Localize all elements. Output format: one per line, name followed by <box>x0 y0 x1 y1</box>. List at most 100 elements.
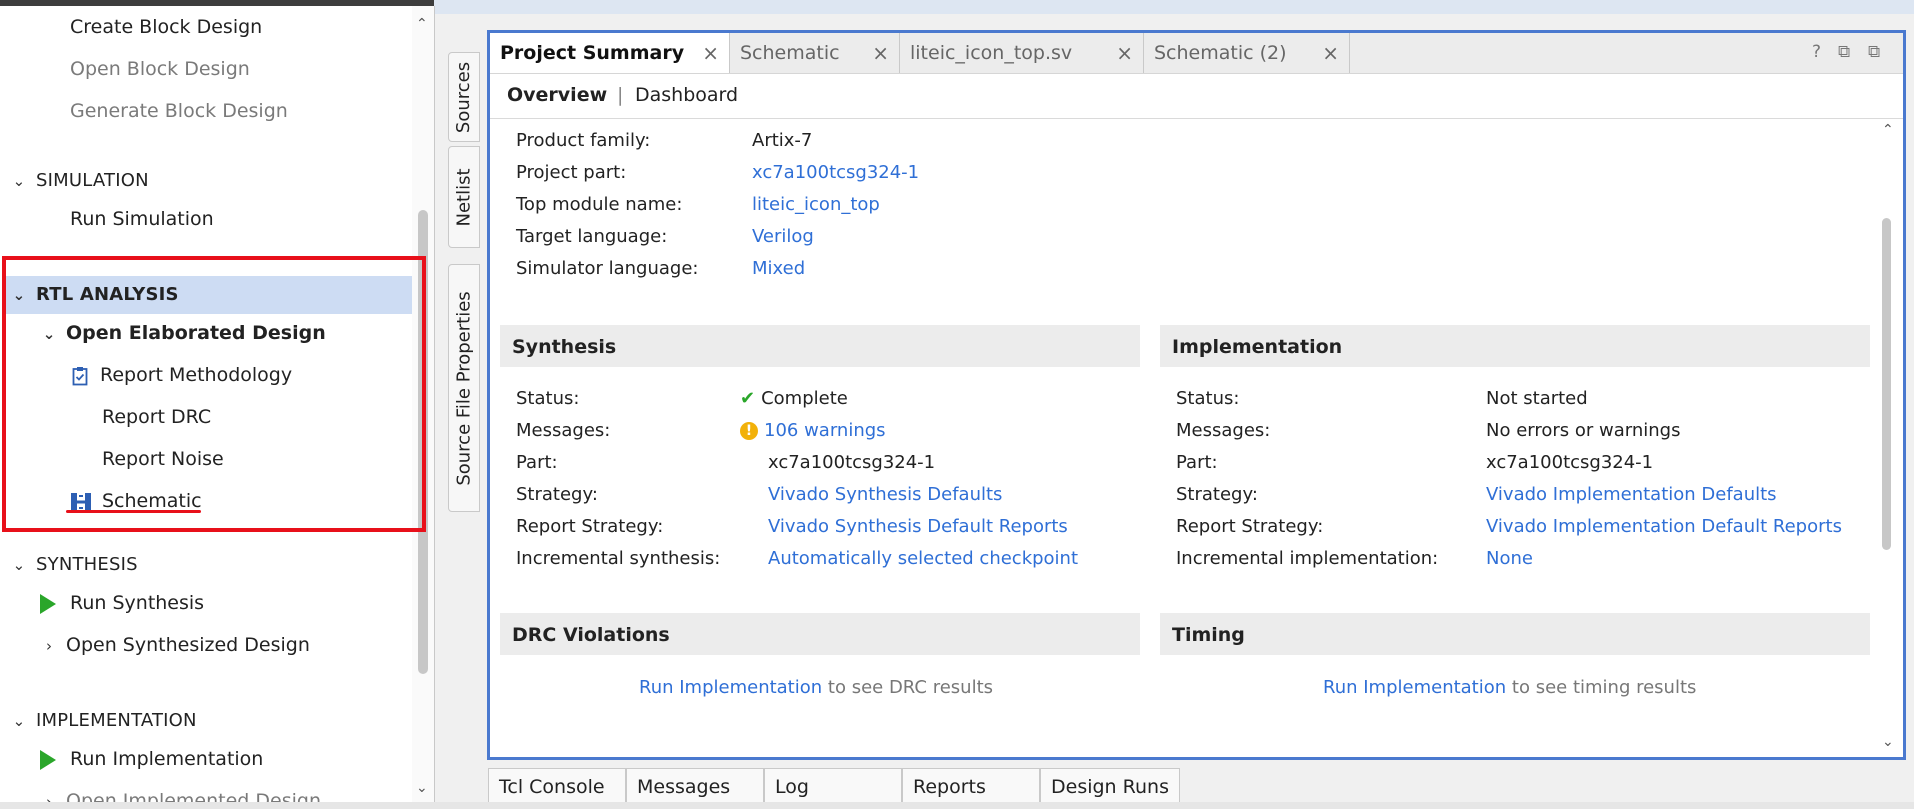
side-tab-label: Source File Properties <box>453 290 475 486</box>
nav-run-simulation[interactable]: Run Simulation <box>70 200 214 238</box>
project-part-link[interactable]: xc7a100tcsg324-1 <box>752 162 919 183</box>
scroll-down-icon[interactable]: ⌄ <box>416 780 428 796</box>
side-tab-sources[interactable]: Sources <box>448 52 480 142</box>
tab-liteic-icon-top[interactable]: liteic_icon_top.sv × <box>900 33 1144 73</box>
row-label: Simulator language: <box>516 258 699 279</box>
row-label: Product family: <box>516 130 651 151</box>
row-label: Report Strategy: <box>516 516 664 537</box>
scroll-up-icon[interactable]: ⌃ <box>1882 122 1894 138</box>
subtab-separator: | <box>617 84 624 106</box>
nav-section-implementation[interactable]: ⌄ IMPLEMENTATION <box>10 702 197 740</box>
implementation-report-strategy-link[interactable]: Vivado Implementation Default Reports <box>1486 516 1842 537</box>
row-label: Messages: <box>1176 420 1271 441</box>
nav-open-block-design[interactable]: Open Block Design <box>70 50 250 88</box>
row-label: Project part: <box>516 162 627 183</box>
tab-schematic-2[interactable]: Schematic (2) × <box>1144 33 1350 73</box>
status-strip <box>0 802 1914 809</box>
tab-design-runs[interactable]: Design Runs <box>1040 768 1180 804</box>
run-implementation-link[interactable]: Run Implementation <box>639 677 822 698</box>
timing-message: Run Implementation to see timing results <box>1323 677 1696 698</box>
side-tab-netlist[interactable]: Netlist <box>448 146 480 248</box>
tab-tcl-console[interactable]: Tcl Console <box>488 768 626 804</box>
messages-link[interactable]: 106 warnings <box>764 420 886 441</box>
row-label: Part: <box>1176 452 1218 473</box>
tab-messages[interactable]: Messages <box>626 768 764 804</box>
item-label: Run Synthesis <box>70 592 205 614</box>
item-label: Open Synthesized Design <box>66 634 310 656</box>
checkmark-icon: ✔ <box>740 388 756 409</box>
status-text: Complete <box>761 388 848 409</box>
item-label: Run Implementation <box>70 748 264 770</box>
row-label: Strategy: <box>1176 484 1258 505</box>
top-module-link[interactable]: liteic_icon_top <box>752 194 880 215</box>
nav-section-synthesis[interactable]: ⌄ SYNTHESIS <box>10 546 138 584</box>
row-label: Incremental synthesis: <box>516 548 721 569</box>
row-label: Incremental implementation: <box>1176 548 1439 569</box>
row-label: Part: <box>516 452 558 473</box>
nav-generate-block-design[interactable]: Generate Block Design <box>70 92 288 130</box>
scroll-down-icon[interactable]: ⌄ <box>1882 734 1894 750</box>
synthesis-strategy-link[interactable]: Vivado Synthesis Defaults <box>768 484 1002 505</box>
restore-icon[interactable]: ⧉ <box>1838 42 1850 62</box>
maximize-icon[interactable]: ⧉ <box>1868 42 1880 62</box>
chevron-down-icon: ⌄ <box>12 556 26 574</box>
incremental-synthesis-link[interactable]: Automatically selected checkpoint <box>768 548 1078 569</box>
timing-header <box>1160 613 1870 655</box>
nav-section-simulation[interactable]: ⌄ SIMULATION <box>10 162 149 200</box>
nav-open-implemented-design[interactable]: › Open Implemented Design <box>40 782 321 802</box>
scroll-up-icon[interactable]: ⌃ <box>416 16 428 32</box>
side-tab-source-file-properties[interactable]: Source File Properties <box>448 264 480 512</box>
tab-label: liteic_icon_top.sv <box>910 42 1073 64</box>
timing-title: Timing <box>1172 624 1245 646</box>
subtab-dashboard[interactable]: Dashboard <box>635 84 738 106</box>
tab-label: Schematic (2) <box>1154 42 1287 64</box>
row-label: Messages: <box>516 420 611 441</box>
nav-run-implementation[interactable]: Run Implementation <box>40 740 263 778</box>
product-family-value: Artix-7 <box>752 130 813 151</box>
timing-hint: to see timing results <box>1511 677 1697 698</box>
close-icon[interactable]: × <box>702 33 719 73</box>
synthesis-part: xc7a100tcsg324-1 <box>768 452 936 473</box>
tab-schematic[interactable]: Schematic × <box>730 33 900 73</box>
run-implementation-link[interactable]: Run Implementation <box>1323 677 1506 698</box>
help-icon[interactable]: ? <box>1812 42 1821 62</box>
tab-project-summary[interactable]: Project Summary × <box>490 33 730 73</box>
close-icon[interactable]: × <box>1322 33 1339 73</box>
drc-hint: to see DRC results <box>827 677 994 698</box>
highlight-underline <box>66 510 201 513</box>
close-icon[interactable]: × <box>1116 33 1133 73</box>
implementation-title: Implementation <box>1172 336 1343 358</box>
close-icon[interactable]: × <box>872 33 889 73</box>
item-label: Open Implemented Design <box>66 790 322 802</box>
synthesis-report-strategy-link[interactable]: Vivado Synthesis Default Reports <box>768 516 1068 537</box>
summary-scroll-thumb[interactable] <box>1882 218 1891 550</box>
play-icon <box>40 593 56 614</box>
nav-open-synthesized-design[interactable]: › Open Synthesized Design <box>40 626 310 664</box>
subtab-overview[interactable]: Overview <box>507 84 607 106</box>
highlight-box <box>2 256 426 532</box>
implementation-messages: No errors or warnings <box>1486 420 1681 441</box>
target-language-link[interactable]: Verilog <box>752 226 814 247</box>
synthesis-status: ✔ Complete <box>740 388 848 409</box>
warning-icon: ! <box>740 422 758 440</box>
chevron-right-icon: › <box>46 793 52 802</box>
section-label: SYNTHESIS <box>36 554 138 575</box>
drc-message: Run Implementation to see DRC results <box>639 677 993 698</box>
row-label: Strategy: <box>516 484 598 505</box>
nav-create-block-design[interactable]: Create Block Design <box>70 8 262 46</box>
synthesis-title: Synthesis <box>512 336 617 358</box>
tab-reports[interactable]: Reports <box>902 768 1040 804</box>
implementation-strategy-link[interactable]: Vivado Implementation Defaults <box>1486 484 1777 505</box>
simulator-language-link[interactable]: Mixed <box>752 258 805 279</box>
play-icon <box>40 749 56 770</box>
chevron-down-icon: ⌄ <box>12 172 26 190</box>
side-tab-label: Sources <box>453 61 475 133</box>
row-label: Report Strategy: <box>1176 516 1324 537</box>
tab-log[interactable]: Log <box>764 768 902 804</box>
section-label: SIMULATION <box>36 170 149 191</box>
row-label: Status: <box>516 388 580 409</box>
implementation-part: xc7a100tcsg324-1 <box>1486 452 1654 473</box>
incremental-implementation-link[interactable]: None <box>1486 548 1533 569</box>
nav-run-synthesis[interactable]: Run Synthesis <box>40 584 204 622</box>
synthesis-messages[interactable]: ! 106 warnings <box>740 420 886 441</box>
